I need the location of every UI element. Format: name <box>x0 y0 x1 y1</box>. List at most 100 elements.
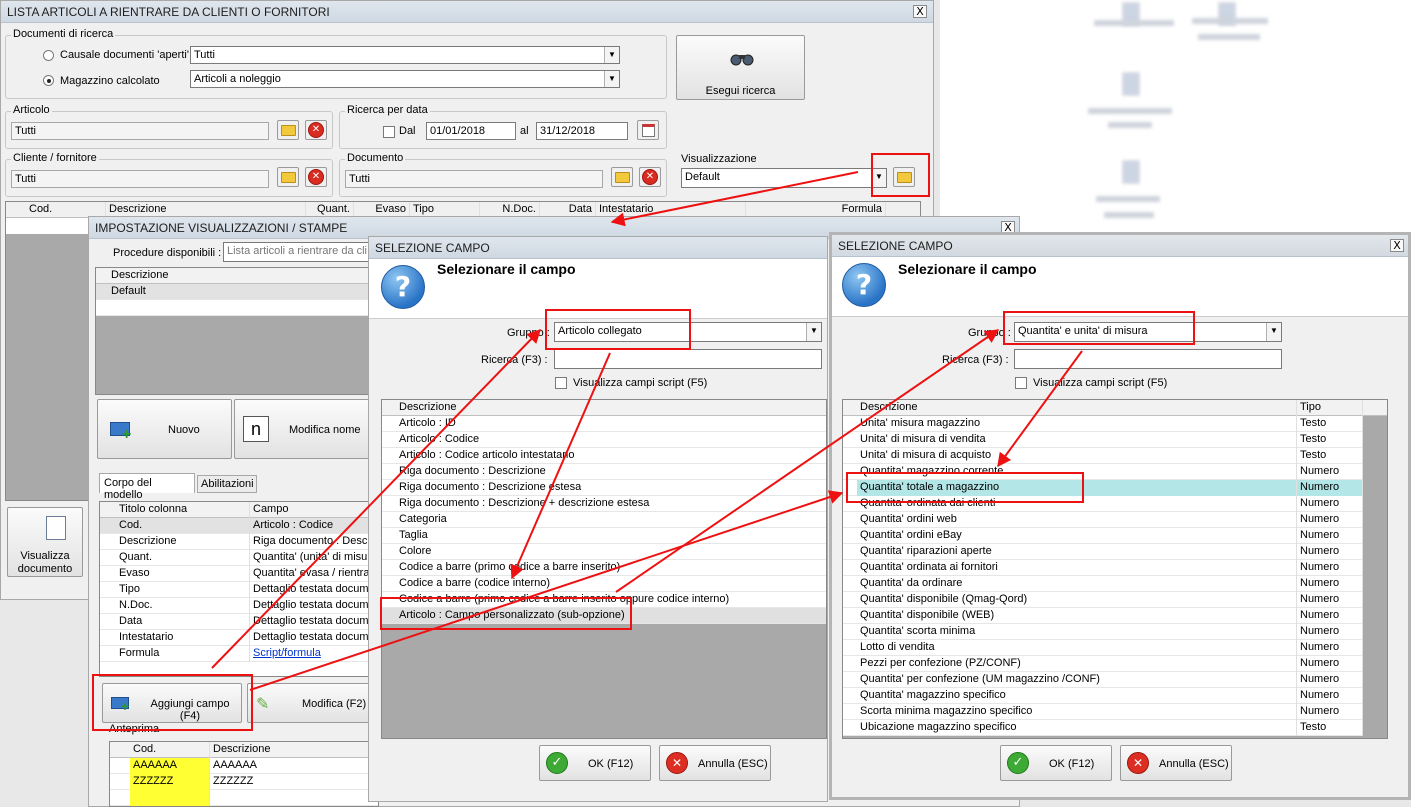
list-item[interactable]: Default <box>96 284 374 300</box>
list-item[interactable]: Quantita' magazzino corrente Numero <box>843 464 1363 480</box>
visualizza-documento-button[interactable]: Visualizza documento <box>7 507 83 577</box>
list-item[interactable]: Riga documento : Descrizione <box>382 464 826 480</box>
main-close-icon[interactable]: X <box>913 5 927 18</box>
list-item[interactable]: Pezzi per confezione (PZ/CONF) Numero <box>843 656 1363 672</box>
aggiungi-campo-button[interactable]: + Aggiungi campo (F4) <box>102 683 242 723</box>
table-row[interactable]: Quant. Quantita' (unita' di misur <box>100 550 378 566</box>
list-item[interactable]: Riga documento : Descrizione estesa <box>382 480 826 496</box>
col-header[interactable]: Tipo <box>1297 400 1363 416</box>
annulla-button-1[interactable]: ✕ Annulla (ESC) <box>659 745 771 781</box>
list-item[interactable]: Quantita' disponibile (Qmag-Qord) Numero <box>843 592 1363 608</box>
radio-causale[interactable] <box>43 50 54 61</box>
table-row[interactable]: Cod. Articolo : Codice <box>100 518 378 534</box>
list-item[interactable]: Quantita' da ordinare Numero <box>843 576 1363 592</box>
anteprima-grid[interactable]: Cod. Descrizione AAAAAA AAAAAA ZZZZZZ ZZ… <box>109 741 379 807</box>
chevron-down-icon[interactable]: ▼ <box>871 169 886 187</box>
magazzino-select[interactable]: Articoli a noleggio ▼ <box>190 70 620 88</box>
list-item[interactable]: Codice a barre (codice interno) <box>382 576 826 592</box>
script-checkbox-1[interactable] <box>555 377 567 389</box>
list-item[interactable]: Unita' misura magazzino Testo <box>843 416 1363 432</box>
visualizzazione-select[interactable]: Default ▼ <box>681 168 887 188</box>
al-date-field[interactable]: 31/12/2018 <box>536 122 628 140</box>
radio-magazzino[interactable] <box>43 75 54 86</box>
chevron-down-icon[interactable]: ▼ <box>604 71 619 87</box>
script-checkbox-2[interactable] <box>1015 377 1027 389</box>
campi-list-1[interactable]: Descrizione Articolo : ID Articolo : Codi… <box>381 399 827 739</box>
tab-corpo[interactable]: Corpo del modello <box>99 473 195 501</box>
list-item[interactable]: Articolo : Codice <box>382 432 826 448</box>
cliente-browse-button[interactable] <box>277 167 299 187</box>
dal-date-field[interactable]: 01/01/2018 <box>426 122 516 140</box>
list-item[interactable]: Ubicazione magazzino specifico Testo <box>843 720 1363 736</box>
list-item[interactable]: Taglia <box>382 528 826 544</box>
list-item[interactable]: Lotto di vendita Numero <box>843 640 1363 656</box>
cliente-field[interactable]: Tutti <box>11 170 269 188</box>
list-item[interactable]: Codice a barre (primo codice a barre ins… <box>382 592 826 608</box>
modifica-button[interactable]: ✎ Modifica (F2) <box>247 683 379 723</box>
visualizzazione-browse-button[interactable] <box>893 167 915 187</box>
list-item[interactable]: Articolo : Codice articolo intestatario <box>382 448 826 464</box>
nuovo-button[interactable]: + Nuovo <box>97 399 232 459</box>
table-row[interactable]: AAAAAA AAAAAA <box>110 758 378 774</box>
articolo-field[interactable]: Tutti <box>11 122 269 140</box>
row-campo[interactable]: Script/formula <box>250 646 378 662</box>
list-item[interactable]: Scorta minima magazzino specifico Numero <box>843 704 1363 720</box>
list-item[interactable]: Unita' di misura di acquisto Testo <box>843 448 1363 464</box>
list-item[interactable]: Quantita' disponibile (WEB) Numero <box>843 608 1363 624</box>
procedure-list[interactable]: Descrizione Default <box>95 267 375 395</box>
list-item[interactable]: Articolo : ID <box>382 416 826 432</box>
campi-list-2[interactable]: Descrizione Tipo Unita' misura magazzino… <box>842 399 1388 739</box>
list-item[interactable]: Quantita' riparazioni aperte Numero <box>843 544 1363 560</box>
causale-select[interactable]: Tutti ▼ <box>190 46 620 64</box>
table-row[interactable]: Intestatario Dettaglio testata docum <box>100 630 378 646</box>
procedure-input[interactable]: Lista articoli a rientrare da cli <box>223 242 373 262</box>
annulla-button-2[interactable]: ✕ Annulla (ESC) <box>1120 745 1232 781</box>
list-item[interactable]: Quantita' per confezione (UM magazzino /… <box>843 672 1363 688</box>
articolo-browse-button[interactable] <box>277 120 299 140</box>
calendar-button[interactable] <box>637 120 659 140</box>
col-header[interactable]: Titolo colonna <box>116 502 250 518</box>
list-item[interactable]: Quantita' ordini eBay Numero <box>843 528 1363 544</box>
desktop-icon[interactable] <box>1122 160 1140 184</box>
esegui-ricerca-button[interactable]: Esegui ricerca <box>676 35 805 100</box>
articolo-clear-button[interactable]: ✕ <box>305 120 327 140</box>
documento-browse-button[interactable] <box>611 167 633 187</box>
desktop-icon[interactable] <box>1122 72 1140 96</box>
modifica-nome-button[interactable]: n Modifica nome <box>234 399 379 459</box>
list-item[interactable]: Quantita' magazzino specifico Numero <box>843 688 1363 704</box>
list-item[interactable]: Colore <box>382 544 826 560</box>
list-item[interactable]: Quantita' ordinata dai clienti Numero <box>843 496 1363 512</box>
col-header[interactable]: Descrizione <box>108 268 374 284</box>
table-row[interactable]: Data Dettaglio testata docum <box>100 614 378 630</box>
ok-button-1[interactable]: ✓ OK (F12) <box>539 745 651 781</box>
chevron-down-icon[interactable]: ▼ <box>1266 323 1281 341</box>
list-item[interactable]: Quantita' ordinata ai fornitori Numero <box>843 560 1363 576</box>
col-header[interactable]: Descrizione <box>396 400 826 416</box>
table-row[interactable]: Tipo Dettaglio testata docum <box>100 582 378 598</box>
list-item[interactable]: Articolo : Campo personalizzato (sub-opz… <box>382 608 826 624</box>
table-row[interactable]: ZZZZZZ ZZZZZZ <box>110 774 378 790</box>
gruppo-select-1[interactable]: Articolo collegato ▼ <box>554 322 822 342</box>
list-item[interactable]: Categoria <box>382 512 826 528</box>
list-item[interactable]: Riga documento : Descrizione + descrizio… <box>382 496 826 512</box>
dal-checkbox[interactable] <box>383 126 395 138</box>
tab-abilitazioni[interactable]: Abilitazioni <box>197 475 257 493</box>
col-header[interactable]: Descrizione <box>857 400 1297 416</box>
ricerca-input-1[interactable] <box>554 349 822 369</box>
table-row[interactable]: Descrizione Riga documento : Descr <box>100 534 378 550</box>
chevron-down-icon[interactable]: ▼ <box>604 47 619 63</box>
list-item[interactable]: Codice a barre (primo codice a barre ins… <box>382 560 826 576</box>
list-item[interactable]: Quantita' totale a magazzino Numero <box>843 480 1363 496</box>
documento-clear-button[interactable]: ✕ <box>639 167 661 187</box>
gruppo-select-2[interactable]: Quantita' e unita' di misura ▼ <box>1014 322 1282 342</box>
table-row[interactable]: Evaso Quantita' evasa / rientra <box>100 566 378 582</box>
col-header[interactable]: Campo <box>250 502 378 518</box>
documento-field[interactable]: Tutti <box>345 170 603 188</box>
ok-button-2[interactable]: ✓ OK (F12) <box>1000 745 1112 781</box>
list-item[interactable]: Quantita' scorta minima Numero <box>843 624 1363 640</box>
table-row[interactable]: Formula Script/formula <box>100 646 378 662</box>
selezione-close-icon-2[interactable]: X <box>1390 239 1404 252</box>
table-row[interactable]: N.Doc. Dettaglio testata docum <box>100 598 378 614</box>
chevron-down-icon[interactable]: ▼ <box>806 323 821 341</box>
list-item[interactable]: Unita' di misura di vendita Testo <box>843 432 1363 448</box>
